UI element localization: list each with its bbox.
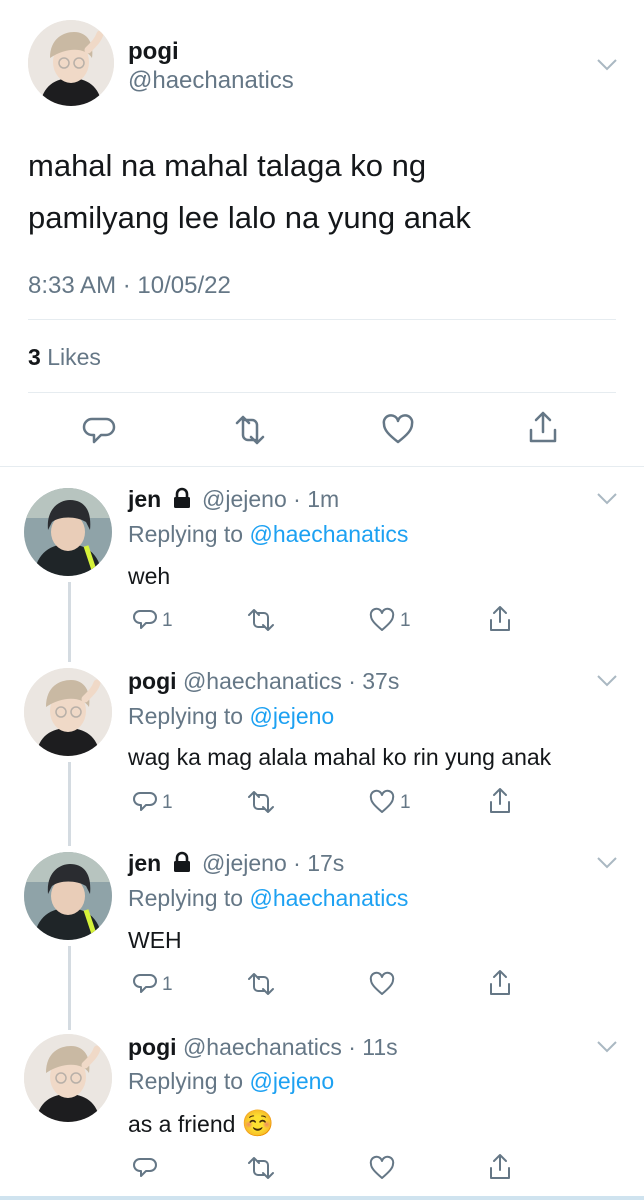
like-icon[interactable] bbox=[381, 413, 415, 447]
reply-icon[interactable] bbox=[82, 413, 116, 447]
thread-line bbox=[68, 582, 71, 662]
reply-3-header: jen @jejeno · 17s bbox=[128, 850, 344, 877]
bottom-accent-line bbox=[0, 1196, 644, 1200]
retweet-icon[interactable] bbox=[245, 1155, 277, 1181]
avatar-jen[interactable] bbox=[24, 852, 112, 940]
reply-4-replying-to: Replying to @jejeno bbox=[128, 1068, 334, 1095]
main-handle[interactable]: @haechanatics bbox=[128, 67, 294, 95]
like-icon[interactable] bbox=[368, 1155, 396, 1181]
reply-4-display-name[interactable]: pogi bbox=[128, 1034, 177, 1060]
thread-line bbox=[68, 946, 71, 1030]
divider bbox=[28, 319, 616, 320]
reply-3-time[interactable]: · 17s bbox=[293, 850, 344, 876]
main-display-name[interactable]: pogi bbox=[128, 38, 179, 66]
tweet-text-line-2: pamilyang lee lalo na yung anak bbox=[28, 200, 471, 235]
avatar-pogi[interactable] bbox=[24, 1034, 112, 1122]
lock-icon bbox=[172, 851, 192, 873]
chevron-down-icon[interactable] bbox=[596, 856, 618, 870]
divider bbox=[28, 392, 616, 393]
replying-to-label: Replying to bbox=[128, 885, 244, 911]
reply-1-text: weh bbox=[128, 563, 171, 589]
chevron-down-icon[interactable] bbox=[596, 58, 618, 72]
replying-to-label: Replying to bbox=[128, 1068, 244, 1094]
reply-3-replying-to: Replying to @haechanatics bbox=[128, 885, 408, 912]
like-icon[interactable] bbox=[368, 971, 396, 997]
replying-to-label: Replying to bbox=[128, 521, 244, 547]
like-icon[interactable] bbox=[368, 607, 396, 633]
replying-to-mention[interactable]: @jejeno bbox=[249, 703, 334, 729]
reply-2-replying-to: Replying to @jejeno bbox=[128, 703, 334, 730]
chevron-down-icon[interactable] bbox=[596, 1040, 618, 1054]
replying-to-label: Replying to bbox=[128, 703, 244, 729]
share-icon[interactable] bbox=[526, 410, 560, 446]
share-icon[interactable] bbox=[487, 1152, 513, 1182]
likes-count: 3 bbox=[28, 344, 41, 370]
reply-1-like-count: 1 bbox=[400, 610, 411, 631]
retweet-icon[interactable] bbox=[245, 607, 277, 633]
reply-2-display-name[interactable]: pogi bbox=[128, 668, 177, 694]
reply-4-text: as a friend bbox=[128, 1111, 236, 1137]
reply-2-text: wag ka mag alala mahal ko rin yung anak bbox=[128, 744, 552, 770]
reply-1-replying-to: Replying to @haechanatics bbox=[128, 521, 408, 548]
replying-to-mention[interactable]: @haechanatics bbox=[249, 521, 408, 547]
reply-2-header: pogi @haechanatics · 37s bbox=[128, 668, 399, 695]
avatar-pogi[interactable] bbox=[24, 668, 112, 756]
retweet-icon[interactable] bbox=[245, 789, 277, 815]
likes-label: Likes bbox=[47, 344, 101, 370]
reply-4-time[interactable]: · 11s bbox=[348, 1034, 397, 1060]
reply-2-time[interactable]: · 37s bbox=[348, 668, 399, 694]
reply-4-text-row: as a friend ☺️ bbox=[128, 1108, 274, 1139]
likes-stat[interactable]: 3 Likes bbox=[28, 344, 101, 371]
reply-3-display-name[interactable]: jen bbox=[128, 850, 161, 876]
reply-4-header: pogi @haechanatics · 11s bbox=[128, 1034, 398, 1061]
relieved-emoji: ☺️ bbox=[241, 1108, 275, 1138]
reply-3-reply-count: 1 bbox=[162, 974, 173, 995]
tweet-text: mahal na mahal talaga ko ng pamilyang le… bbox=[28, 140, 471, 244]
reply-1-display-name[interactable]: jen bbox=[128, 486, 161, 512]
reply-3-handle[interactable]: @jejeno bbox=[202, 850, 287, 876]
reply-1-time[interactable]: · 1m bbox=[293, 486, 339, 512]
reply-2-handle[interactable]: @haechanatics bbox=[183, 668, 342, 694]
chevron-down-icon[interactable] bbox=[596, 674, 618, 688]
reply-1-header: jen @jejeno · 1m bbox=[128, 486, 339, 513]
tweet-timestamp[interactable]: 8:33 AM · 10/05/22 bbox=[28, 272, 231, 300]
reply-icon[interactable] bbox=[132, 789, 158, 815]
avatar-jen[interactable] bbox=[24, 488, 112, 576]
share-icon[interactable] bbox=[487, 604, 513, 634]
divider bbox=[0, 466, 644, 467]
share-icon[interactable] bbox=[487, 786, 513, 816]
replying-to-mention[interactable]: @haechanatics bbox=[249, 885, 408, 911]
replying-to-mention[interactable]: @jejeno bbox=[249, 1068, 334, 1094]
reply-1-reply-count: 1 bbox=[162, 610, 173, 631]
avatar-pogi[interactable] bbox=[28, 20, 114, 106]
retweet-icon[interactable] bbox=[245, 971, 277, 997]
reply-1-handle[interactable]: @jejeno bbox=[202, 486, 287, 512]
retweet-icon[interactable] bbox=[231, 413, 269, 447]
chevron-down-icon[interactable] bbox=[596, 492, 618, 506]
reply-2-reply-count: 1 bbox=[162, 792, 173, 813]
reply-4-handle[interactable]: @haechanatics bbox=[183, 1034, 342, 1060]
reply-icon[interactable] bbox=[132, 1155, 158, 1181]
tweet-text-line-1: mahal na mahal talaga ko ng bbox=[28, 148, 427, 183]
like-icon[interactable] bbox=[368, 789, 396, 815]
thread-line bbox=[68, 762, 71, 846]
lock-icon bbox=[172, 487, 192, 509]
reply-2-like-count: 1 bbox=[400, 792, 411, 813]
reply-3-text: WEH bbox=[128, 927, 182, 953]
reply-icon[interactable] bbox=[132, 971, 158, 997]
share-icon[interactable] bbox=[487, 968, 513, 998]
reply-icon[interactable] bbox=[132, 607, 158, 633]
